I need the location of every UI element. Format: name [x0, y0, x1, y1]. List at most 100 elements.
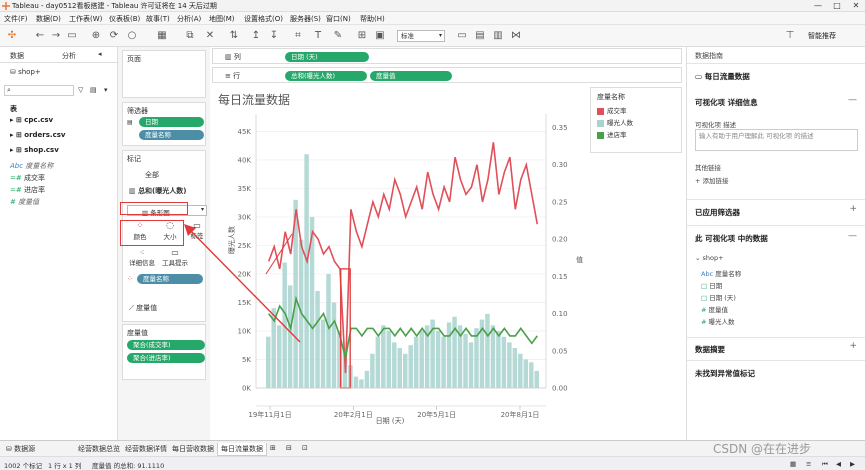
clear-icon[interactable]: ✕ — [204, 30, 216, 42]
legend-item-conversion[interactable]: 成交率 — [597, 105, 627, 115]
mv-pill-visit[interactable]: 聚合(进店率) — [127, 353, 205, 363]
fix-axes-icon[interactable]: ⊞ — [356, 30, 368, 42]
legend-title: 度量名称 — [597, 93, 625, 101]
menu-window[interactable]: 窗口(N) — [326, 14, 351, 24]
redo-icon[interactable]: → — [50, 30, 62, 42]
menu-data[interactable]: 数据(D) — [36, 14, 61, 24]
menu-server[interactable]: 服务器(S) — [290, 14, 321, 24]
highlight-icon[interactable]: ✎ — [332, 30, 344, 42]
legend-item-exposure[interactable]: 曝光人数 — [597, 117, 633, 127]
bar — [359, 379, 364, 388]
tab-details[interactable]: 经营数据详情 — [125, 444, 167, 454]
datasource-name[interactable]: ⛁ shop+ — [10, 68, 41, 76]
window-title: Tableau - day0512看板搭建 - Tableau 许可证将在 14… — [12, 2, 217, 10]
bar-chart-icon: ▥ — [129, 187, 139, 195]
field-measure-values[interactable]: # 度量值 — [10, 197, 39, 207]
new-sheet-icon[interactable]: ▦ — [156, 30, 168, 42]
new-story-tab-icon[interactable]: ⊡ — [302, 444, 308, 452]
tab-data[interactable]: 数据 — [10, 51, 24, 61]
tab-datasource[interactable]: ⛁ 数据源 — [6, 444, 35, 454]
menu-worksheet[interactable]: 工作表(W) — [69, 14, 102, 24]
minimize-button[interactable]: — — [810, 0, 826, 12]
new-datasource-icon[interactable]: ⊕ — [90, 30, 102, 42]
view-icon[interactable]: ▤ — [90, 86, 97, 94]
collapse-icon[interactable]: ◂ — [98, 50, 102, 58]
collapse-icon[interactable]: — — [848, 231, 857, 241]
column-pill-date[interactable]: 日期 (天) — [285, 52, 369, 62]
marks-all-tab[interactable]: 全部 — [145, 170, 159, 180]
new-dashboard-tab-icon[interactable]: ⊟ — [286, 444, 292, 452]
group-icon[interactable]: ⌗ — [292, 30, 304, 42]
row-pill-exposure[interactable]: 总和(曝光人数) — [285, 71, 367, 81]
share-icon[interactable]: ⋈ — [510, 30, 522, 42]
first-page-icon[interactable]: ⏮ — [822, 460, 828, 469]
list-view-icon[interactable]: ≡ — [806, 460, 811, 468]
expand-icon[interactable]: + — [849, 204, 857, 214]
filter-pill-date[interactable]: 日期 — [139, 117, 204, 127]
y-tick-label: 35K — [238, 185, 252, 193]
fit-icon[interactable]: ▣ — [374, 30, 386, 42]
filters-card[interactable]: 筛选器 ▤ 日期 度量名称 — [122, 102, 206, 146]
menu-analysis[interactable]: 分析(A) — [177, 14, 201, 24]
save-icon[interactable]: ▭ — [66, 30, 78, 42]
ask-data-icon[interactable]: ⊤ — [784, 30, 796, 42]
bar — [315, 291, 320, 388]
detail-button[interactable]: ⁖ 详细信息 — [127, 248, 157, 270]
show-cards-icon[interactable]: ▤ — [474, 30, 486, 42]
menu-format[interactable]: 设置格式(O) — [244, 14, 283, 24]
table-orders[interactable]: ▸ ⊞ orders.csv — [10, 131, 65, 139]
tab-overview[interactable]: 经营数据总览 — [78, 444, 120, 454]
refresh-icon[interactable]: ⟳ — [108, 30, 120, 42]
undo-icon[interactable]: ← — [34, 30, 46, 42]
field-visit-rate[interactable]: =# 进店率 — [10, 185, 45, 195]
smart-recommend-button[interactable]: 智能推荐 — [808, 31, 836, 41]
fit-select[interactable]: 标准 ▾ — [397, 30, 445, 42]
new-sheet-tab-icon[interactable]: ⊞ — [270, 444, 276, 452]
pages-card[interactable]: 页面 — [122, 50, 206, 98]
presentation-icon[interactable]: ▭ — [456, 30, 468, 42]
bar — [419, 330, 424, 388]
title-bar: Tableau - day0512看板搭建 - Tableau 许可证将在 14… — [0, 0, 865, 12]
tab-analysis[interactable]: 分析 — [62, 51, 76, 61]
expand-icon[interactable]: + — [849, 341, 857, 351]
bar — [326, 273, 331, 388]
menu-dashboard[interactable]: 仪表板(B) — [109, 14, 140, 24]
field-search-input[interactable]: ⌕ — [4, 85, 74, 96]
filter-pill-measure-names[interactable]: 度量名称 — [139, 130, 204, 140]
duplicate-icon[interactable]: ⧉ — [184, 30, 196, 42]
show-me-icon[interactable]: ▥ — [492, 30, 504, 42]
marks-measure-values-tab[interactable]: ⟋ 度量值 — [129, 303, 157, 313]
label-icon[interactable]: T — [312, 30, 324, 42]
viz-datasource[interactable]: ⌄ shop+ — [695, 254, 724, 262]
menu-help[interactable]: 帮助(H) — [360, 14, 385, 24]
next-page-icon[interactable]: ▶ — [850, 460, 855, 468]
swap-icon[interactable]: ⇅ — [228, 30, 240, 42]
tableau-home-icon[interactable]: ✣ — [6, 30, 18, 42]
sort-desc-icon[interactable]: ↧ — [268, 30, 280, 42]
table-shop[interactable]: ▸ ⊞ shop.csv — [10, 146, 59, 154]
pause-icon[interactable]: ○ — [126, 30, 138, 42]
collapse-icon[interactable]: — — [848, 95, 857, 105]
marks-measure-tab[interactable]: ▥ 总和(曝光人数) — [129, 186, 186, 196]
tab-traffic[interactable]: 每日流量数据 — [217, 443, 267, 456]
row-pill-measure-values[interactable]: 度量值 — [370, 71, 452, 81]
sort-asc-icon[interactable]: ↥ — [250, 30, 262, 42]
prev-page-icon[interactable]: ◀ — [836, 460, 841, 468]
columns-shelf[interactable]: ▥ 列 日期 (天) — [212, 48, 682, 64]
menu-file[interactable]: 文件(F) — [4, 14, 28, 24]
filter-icon[interactable]: ▽ — [78, 86, 83, 94]
menu-story[interactable]: 故事(T) — [146, 14, 170, 24]
legend-item-visit[interactable]: 进店率 — [597, 129, 627, 139]
menu-map[interactable]: 地图(M) — [209, 14, 235, 24]
rows-shelf[interactable]: ≡ 行 总和(曝光人数) 度量值 — [212, 67, 682, 83]
table-cpc[interactable]: ▸ ⊞ cpc.csv — [10, 116, 53, 124]
tab-revenue[interactable]: 每日营收数据 — [172, 444, 214, 454]
field-conversion-rate[interactable]: =# 成交率 — [10, 173, 45, 183]
close-button[interactable]: ✕ — [848, 0, 864, 12]
add-link-button[interactable]: + 添加链接 — [695, 175, 729, 185]
field-measure-names[interactable]: Abc 度量名称 — [10, 161, 53, 171]
grid-view-icon[interactable]: ▦ — [790, 460, 796, 468]
maximize-button[interactable]: □ — [829, 0, 845, 12]
dropdown-icon[interactable]: ▾ — [104, 86, 108, 94]
description-input[interactable]: 输入有助于用户理解此 可视化项 的描述 — [695, 129, 858, 151]
